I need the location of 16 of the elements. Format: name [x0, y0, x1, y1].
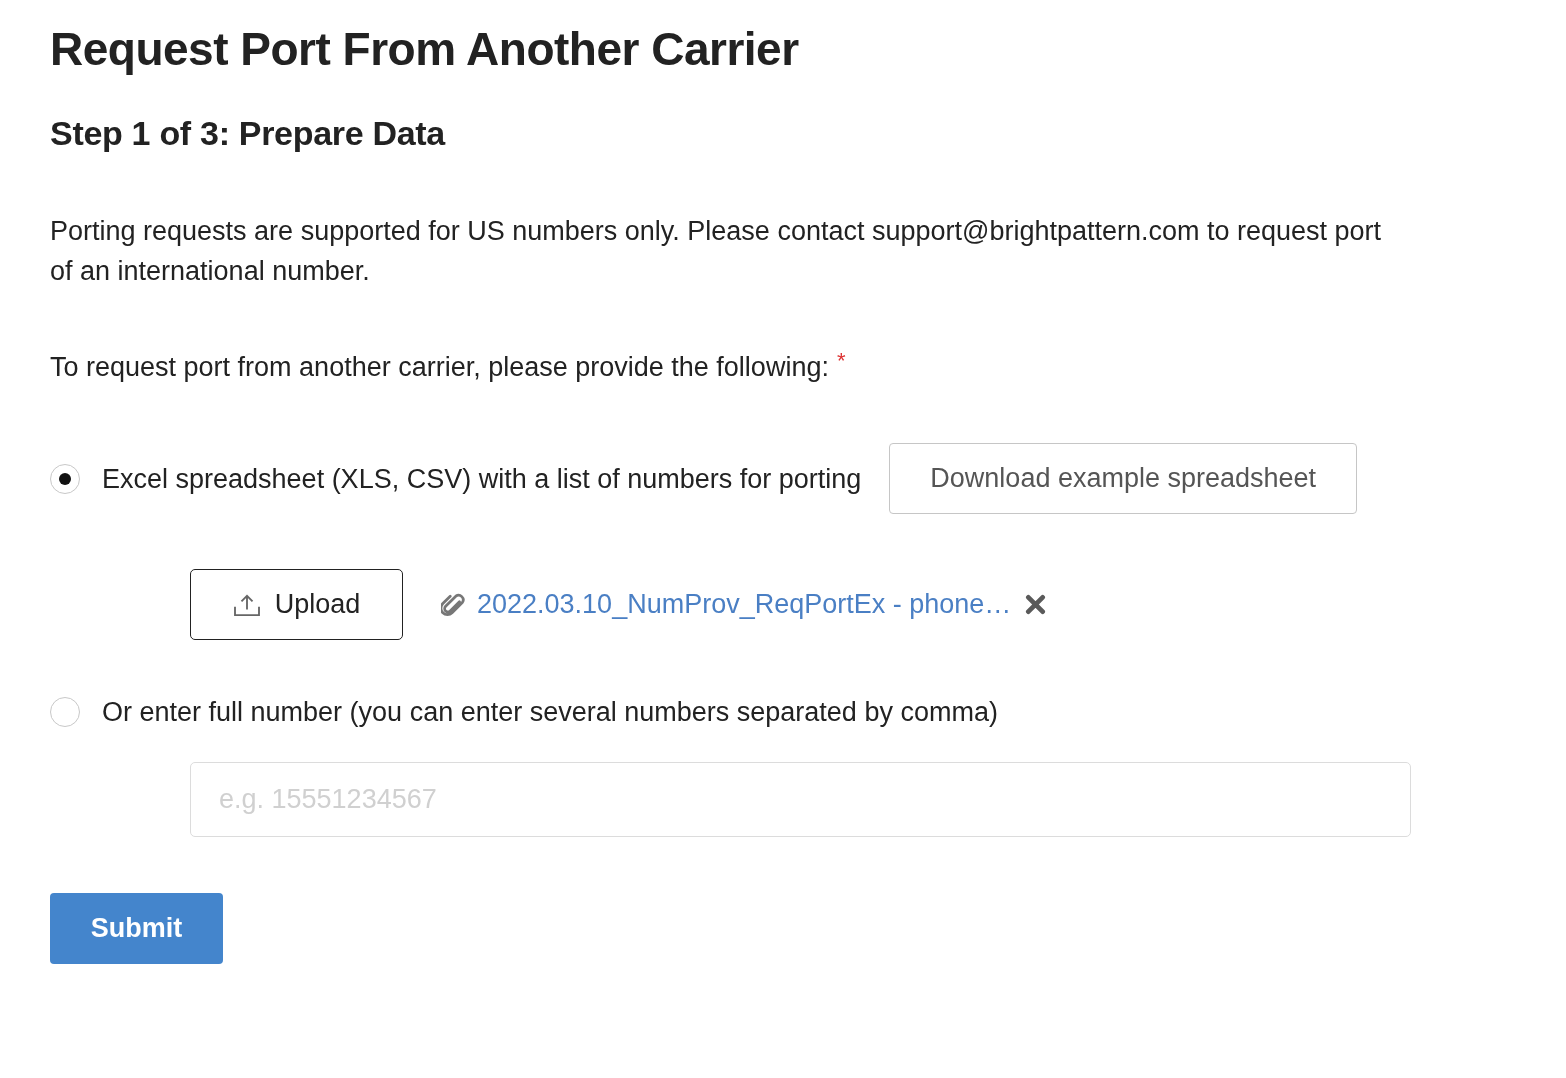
- submit-button[interactable]: Submit: [50, 893, 223, 964]
- download-example-button[interactable]: Download example spreadsheet: [889, 443, 1358, 514]
- notice-text: Porting requests are supported for US numbers only. Please contact support@brightpattern.com to request port of an international number.: [50, 215, 1383, 288]
- upload-icon: [232, 592, 261, 617]
- close-icon[interactable]: [1025, 594, 1047, 615]
- option-label: Or enter full number (you can enter several numbers separated by comma): [102, 696, 998, 729]
- radio-button[interactable]: [50, 697, 80, 727]
- upload-button[interactable]: Upload: [190, 569, 403, 640]
- option-label: Excel spreadsheet (XLS, CSV) with a list of numbers for porting: [102, 462, 862, 496]
- radio-button[interactable]: [50, 463, 80, 494]
- file-link[interactable]: 2022.03.10_NumProv_ReqPortEx - phone…: [477, 589, 1012, 620]
- step-heading: Step 1 of 3: Prepare Data: [50, 113, 445, 154]
- required-mark: *: [836, 347, 846, 375]
- page-title: Request Port From Another Carrier: [50, 22, 799, 77]
- paperclip-icon: [441, 591, 465, 618]
- prompt-text: To request port from another carrier, please provide the following:: [50, 351, 829, 384]
